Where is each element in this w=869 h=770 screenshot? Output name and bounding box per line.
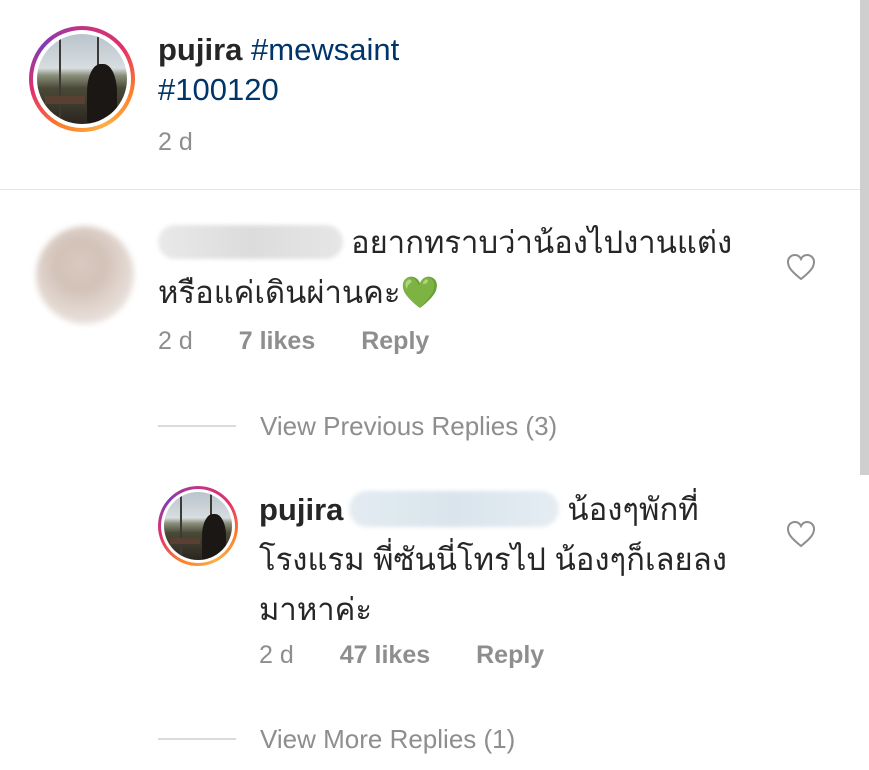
- reply-button[interactable]: Reply: [361, 327, 429, 355]
- mentioned-username-blurred[interactable]: [349, 490, 560, 527]
- reply-timestamp: 2 d: [259, 641, 294, 669]
- commenter-username-blurred[interactable]: [158, 224, 343, 259]
- post-caption: pujira #mewsaint #100120 2 d: [0, 0, 860, 190]
- reply-author-avatar-photo: [164, 492, 232, 560]
- comment-timestamp: 2 d: [158, 327, 193, 355]
- author-avatar[interactable]: [29, 26, 135, 132]
- reply-button[interactable]: Reply: [476, 641, 544, 669]
- view-previous-replies[interactable]: View Previous Replies (3): [158, 409, 557, 443]
- heart-outline-icon[interactable]: [786, 520, 816, 548]
- likes-count[interactable]: 7 likes: [239, 327, 315, 355]
- divider-line: [158, 425, 236, 427]
- scrollbar[interactable]: [860, 0, 869, 475]
- caption-text: pujira #mewsaint #100120: [158, 30, 758, 110]
- hashtag-link[interactable]: #mewsaint: [251, 32, 399, 67]
- reply-username[interactable]: pujira: [259, 492, 343, 527]
- view-more-replies-label: View More Replies (1): [260, 723, 516, 754]
- author-avatar-photo: [37, 34, 127, 124]
- divider-line: [158, 738, 236, 740]
- comment-text: อยากทราบว่าน้องไปงานแต่งหรือแค่เดินผ่านค…: [158, 218, 778, 318]
- view-more-replies[interactable]: View More Replies (1): [158, 722, 515, 756]
- reply-meta: 2 d 47 likes Reply: [259, 641, 544, 670]
- comments-screen: pujira #mewsaint #100120 2 d อยากทราบว่า…: [0, 0, 869, 770]
- view-previous-replies-label: View Previous Replies (3): [260, 410, 558, 441]
- comment-meta: 2 d 7 likes Reply: [158, 327, 429, 356]
- caption-timestamp: 2 d: [158, 128, 193, 156]
- heart-outline-icon[interactable]: [786, 253, 816, 281]
- reply-author-avatar[interactable]: [158, 486, 238, 566]
- reply-text: pujira น้องๆพักที่โรงแรม พี่ซันนี่โทรไป น…: [259, 485, 759, 635]
- caption-username[interactable]: pujira: [158, 32, 242, 67]
- hashtag-link[interactable]: #100120: [158, 72, 279, 107]
- commenter-avatar-blurred[interactable]: [36, 226, 134, 324]
- likes-count[interactable]: 47 likes: [340, 641, 430, 669]
